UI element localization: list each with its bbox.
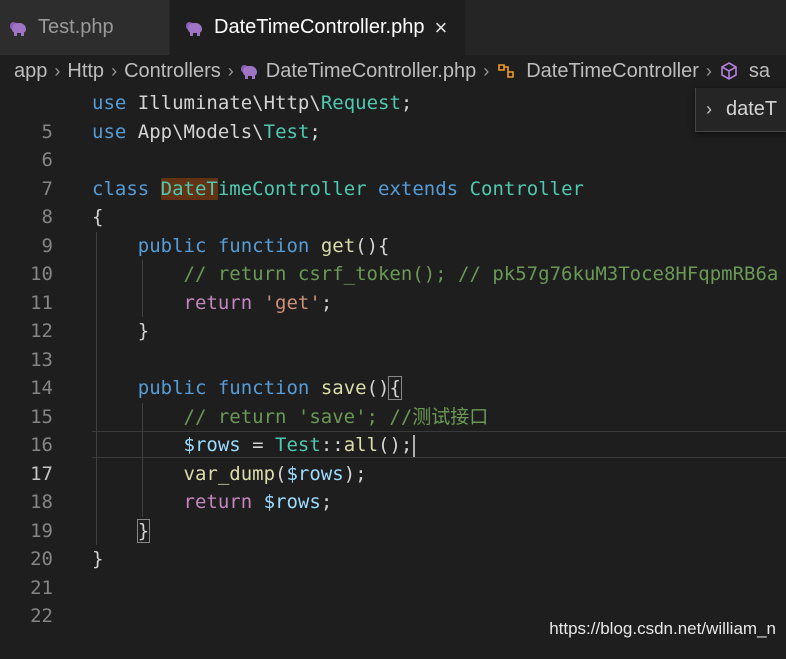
keyword: use <box>92 92 127 114</box>
code-line-current: 17 $rows = Test::all(); <box>0 431 786 485</box>
sticky-label: dateT <box>726 98 778 120</box>
chevron-right-icon: › <box>54 60 61 81</box>
chevron-right-icon: › <box>705 60 712 81</box>
keyword: return <box>183 291 253 314</box>
brace: } <box>137 320 150 342</box>
variable: $rows <box>286 462 344 485</box>
namespace: Illuminate\Http\ <box>137 92 321 114</box>
tab-datetimecontroller-php[interactable]: DateTimeController.php × <box>170 0 466 55</box>
punctuation: (); <box>378 434 413 456</box>
line-number: 22 <box>30 605 53 627</box>
code-line: 6 use App\Models\Test; <box>0 118 786 172</box>
chevron-right-icon: › <box>706 99 712 119</box>
comment: // return csrf_token(); // pk57g76kuM3To… <box>183 263 779 285</box>
punctuation: () <box>366 377 390 399</box>
comment: // return 'save'; //测试接口 <box>183 405 489 428</box>
breadcrumb-item-app[interactable]: app <box>14 60 47 83</box>
namespace: App\Models\ <box>137 120 264 143</box>
close-icon[interactable]: × <box>434 15 447 41</box>
php-elephant-icon <box>240 63 259 79</box>
chevron-right-icon: › <box>227 60 234 81</box>
breadcrumb-item-file[interactable]: DateTimeController.php <box>266 60 476 83</box>
punctuation: (){ <box>355 234 390 257</box>
variable: $rows <box>183 434 241 456</box>
code-line: 16 // return 'save'; //测试接口 <box>0 402 786 456</box>
code-line: 7 <box>0 146 786 200</box>
php-elephant-icon <box>186 20 204 36</box>
chevron-right-icon: › <box>483 60 490 81</box>
string: 'get' <box>263 291 321 314</box>
keyword: public <box>137 377 207 399</box>
variable: $rows <box>263 491 321 513</box>
tab-test-php[interactable]: Test.php <box>0 0 170 55</box>
class-name: imeController <box>217 177 367 200</box>
code-line: 5 use Illuminate\Http\Request; <box>0 89 786 143</box>
code-line: 12 return 'get'; <box>0 288 786 342</box>
keyword: public <box>137 234 207 257</box>
code-editor[interactable]: 5 use Illuminate\Http\Request; 6 use App… <box>0 87 786 647</box>
punctuation: ( <box>275 462 287 485</box>
method-cube-icon <box>721 62 737 80</box>
tab-bar-empty-area <box>466 0 786 55</box>
keyword: return <box>183 491 253 513</box>
keyword: function <box>217 377 310 399</box>
indent-guide <box>96 345 97 374</box>
punctuation: ; <box>320 491 333 513</box>
brace: { <box>92 206 104 228</box>
keyword: class <box>92 177 150 200</box>
php-elephant-icon <box>10 20 28 36</box>
class-symbol-icon <box>498 64 515 78</box>
chevron-right-icon: › <box>111 60 118 81</box>
code-line: 20 } <box>0 516 786 570</box>
punctuation: ); <box>343 462 367 485</box>
punctuation: ; <box>400 92 413 114</box>
code-line: 11 // return csrf_token(); // pk57g76kuM… <box>0 260 786 314</box>
class-name: Request <box>320 92 401 114</box>
breadcrumb-item-method[interactable]: sa <box>749 60 770 83</box>
class-name: Test <box>275 434 321 456</box>
code-line: 15 public function save(){ <box>0 374 786 428</box>
class-name: Controller <box>469 177 584 200</box>
function-name: all <box>343 434 379 456</box>
text-cursor <box>413 434 416 457</box>
code-line: 14 <box>0 345 786 399</box>
function-name: save <box>320 377 367 399</box>
keyword: use <box>92 120 127 143</box>
breadcrumb-item-http[interactable]: Http <box>67 60 104 83</box>
tab-label: Test.php <box>38 16 114 38</box>
breadcrumb: app › Http › Controllers › DateTimeContr… <box>0 55 786 87</box>
keyword: function <box>217 234 310 257</box>
code-line: 21 } <box>0 545 786 599</box>
sticky-scroll-widget[interactable]: › dateT <box>695 88 786 132</box>
code-line: 9 { <box>0 203 786 257</box>
matching-bracket: } <box>136 518 151 543</box>
code-line: 10 public function get(){ <box>0 231 786 285</box>
tab-label: DateTimeController.php <box>214 16 425 38</box>
punctuation: ; <box>320 291 333 314</box>
breadcrumb-item-class[interactable]: DateTimeController <box>526 60 699 83</box>
operator: :: <box>320 434 344 456</box>
function-name: get <box>320 234 356 257</box>
tab-bar: Test.php DateTimeController.php × <box>0 0 786 55</box>
code-line: 18 var_dump($rows); <box>0 459 786 513</box>
matching-bracket: { <box>388 376 402 400</box>
code-line: 13 } <box>0 317 786 371</box>
brace: } <box>92 548 104 570</box>
watermark: https://blog.csdn.net/william_n <box>549 619 776 638</box>
code-line: 19 return $rows; <box>0 488 786 542</box>
class-name: Test <box>263 120 310 143</box>
search-highlight: DateT <box>160 177 218 200</box>
breadcrumb-item-controllers[interactable]: Controllers <box>124 60 221 83</box>
operator: = <box>240 434 276 456</box>
punctuation: ; <box>309 120 321 143</box>
code-line: 8 class DateTimeController extends Contr… <box>0 175 786 228</box>
function-name: var_dump <box>183 462 276 485</box>
code-line: 22 <box>0 574 786 627</box>
keyword: extends <box>378 177 459 200</box>
